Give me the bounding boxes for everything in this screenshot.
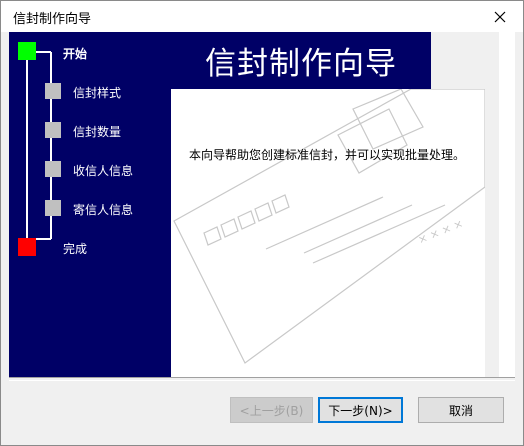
step-marker-start: [18, 42, 36, 60]
header-title: 信封制作向导: [205, 46, 397, 82]
step-label-sender: 寄信人信息: [73, 203, 134, 217]
right-white-strip: [499, 32, 515, 377]
envelope-illustration: × × × ×: [173, 89, 485, 364]
steps-tree: [18, 42, 61, 256]
content-area: × × × × 本向导帮助您创建标准信封，并可以实现批量处理。: [171, 89, 485, 377]
next-button[interactable]: 下一步(N)>: [318, 397, 403, 423]
wizard-window: 信封制作向导 开始 信封样式 信封数量 收信人信息 寄信人信息 完成 信封制作向…: [0, 0, 524, 446]
close-icon: [494, 11, 506, 22]
step-label-finish: 完成: [63, 242, 88, 256]
step-marker-sender: [45, 200, 61, 216]
step-marker-recipient: [45, 161, 61, 177]
header-right-area: [431, 32, 485, 89]
step-label-style: 信封样式: [73, 86, 122, 100]
step-marker-finish: [18, 238, 36, 256]
close-button[interactable]: [477, 1, 523, 32]
content-right-margin: [485, 32, 499, 377]
step-label-recipient: 收信人信息: [73, 164, 134, 178]
cancel-button[interactable]: 取消: [418, 397, 504, 423]
step-marker-count: [45, 122, 61, 138]
envelope-marks: × × × ×: [416, 217, 465, 247]
step-label-start: 开始: [63, 47, 88, 61]
header-banner: 信封制作向导: [171, 32, 431, 89]
footer-divider: [9, 377, 515, 381]
description-text: 本向导帮助您创建标准信封，并可以实现批量处理。: [189, 148, 466, 162]
step-label-count: 信封数量: [73, 125, 122, 139]
step-marker-style: [45, 83, 61, 99]
back-button[interactable]: <上一步(B): [230, 397, 313, 423]
